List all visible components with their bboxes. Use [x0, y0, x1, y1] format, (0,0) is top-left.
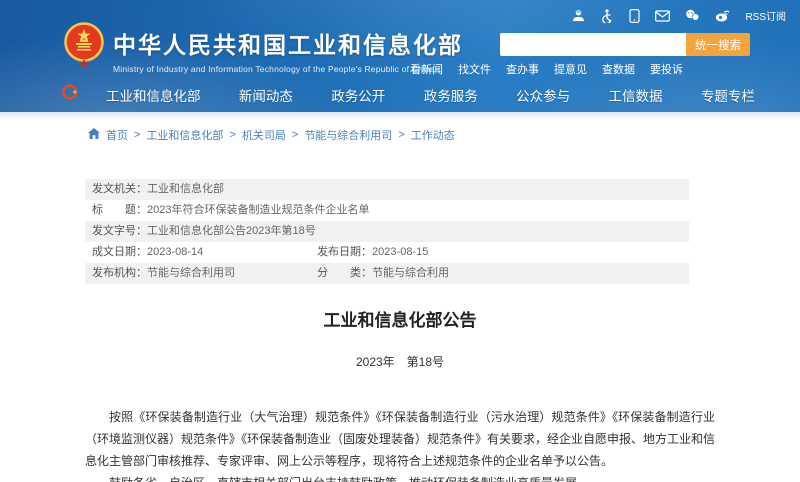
banner-fade-divider	[0, 112, 800, 120]
nav-item-gov-services[interactable]: 政务服务	[424, 85, 478, 105]
mobile-icon[interactable]	[629, 9, 640, 23]
breadcrumb-departments[interactable]: 机关司局	[242, 127, 286, 143]
meta-row-title: 标 题：2023年符合环保装备制造业规范条件企业名单	[85, 200, 689, 221]
meta-value: 2023-08-15	[372, 246, 428, 258]
quick-links: 看新闻 找文件 查办事 提意见 查数据 要投诉	[410, 61, 683, 77]
quick-link-services[interactable]: 查办事	[506, 61, 539, 77]
meta-label: 成文日期：	[92, 246, 147, 258]
nav-item-news[interactable]: 新闻动态	[239, 85, 293, 105]
nav-item-participation[interactable]: 公众参与	[516, 85, 570, 105]
meta-label: 标 题：	[92, 204, 147, 216]
meta-label: 发文机关：	[92, 183, 147, 195]
search-input[interactable]	[500, 33, 686, 56]
breadcrumb-separator: >	[134, 129, 140, 141]
nav-item-miit[interactable]: 工业和信息化部	[106, 85, 201, 105]
document-meta-table: 发文机关：工业和信息化部 标 题：2023年符合环保装备制造业规范条件企业名单 …	[85, 179, 689, 284]
meta-row-issuing-agency: 发文机关：工业和信息化部	[85, 179, 689, 200]
quick-link-files[interactable]: 找文件	[458, 61, 491, 77]
quick-link-news[interactable]: 看新闻	[410, 61, 443, 77]
meta-value: 工业和信息化部公告2023年第18号	[147, 225, 316, 237]
main-nav: 工业和信息化部 新闻动态 政务公开 政务服务 公众参与 工信数据 专题专栏	[62, 84, 755, 105]
accessibility-icon[interactable]	[600, 9, 614, 23]
site-banner: 中华人民共和国工业和信息化部 Ministry of Industry and …	[0, 0, 800, 112]
national-emblem	[64, 21, 104, 76]
user-icon[interactable]	[572, 9, 585, 22]
meta-value: 2023-08-14	[147, 246, 203, 258]
meta-row-dates: 成文日期：2023-08-14 发布日期：2023-08-15	[85, 242, 689, 263]
meta-value: 2023年符合环保装备制造业规范条件企业名单	[147, 204, 369, 216]
nav-item-gov-info[interactable]: 政务公开	[331, 85, 385, 105]
wechat-icon[interactable]	[685, 9, 700, 22]
quick-link-data[interactable]: 查数据	[602, 61, 635, 77]
nav-item-topics[interactable]: 专题专栏	[701, 85, 755, 105]
announcement-body: 按照《环保装备制造行业（大气治理）规范条件》《环保装备制造行业（污水治理）规范条…	[85, 406, 715, 482]
announcement-issue-number: 2023年 第18号	[85, 353, 715, 370]
breadcrumb-energy-dept[interactable]: 节能与综合利用司	[304, 127, 392, 143]
meta-row-publisher: 发布机构：节能与综合利用司 分 类：节能与综合利用	[85, 263, 689, 284]
rss-subscribe-link[interactable]: RSS订阅	[745, 8, 786, 23]
breadcrumb-miit[interactable]: 工业和信息化部	[146, 127, 223, 143]
announcement-title: 工业和信息化部公告	[85, 306, 715, 331]
unified-search-button[interactable]: 统一搜索	[686, 33, 750, 56]
meta-row-doc-number: 发文字号：工业和信息化部公告2023年第18号	[85, 221, 689, 242]
meta-value: 节能与综合利用司	[147, 267, 235, 279]
breadcrumb-separator: >	[292, 129, 298, 141]
weibo-icon[interactable]	[715, 9, 730, 22]
quick-link-suggest[interactable]: 提意见	[554, 61, 587, 77]
meta-label: 发布日期：	[317, 246, 372, 258]
miit-logo-icon	[62, 84, 78, 105]
breadcrumb-work-updates[interactable]: 工作动态	[411, 127, 455, 143]
breadcrumb-separator: >	[229, 129, 235, 141]
meta-label: 发文字号：	[92, 225, 147, 237]
nav-item-data[interactable]: 工信数据	[609, 85, 663, 105]
body-paragraph: 按照《环保装备制造行业（大气治理）规范条件》《环保装备制造行业（污水治理）规范条…	[85, 406, 715, 472]
site-title: 中华人民共和国工业和信息化部	[113, 26, 463, 60]
meta-value: 工业和信息化部	[147, 183, 224, 195]
document-content: 发文机关：工业和信息化部 标 题：2023年符合环保装备制造业规范条件企业名单 …	[85, 179, 715, 482]
breadcrumb: 首页 > 工业和信息化部 > 机关司局 > 节能与综合利用司 > 工作动态	[88, 127, 800, 143]
home-icon[interactable]	[88, 128, 100, 142]
breadcrumb-separator: >	[398, 129, 404, 141]
meta-label: 分 类：	[317, 267, 372, 279]
mail-icon[interactable]	[655, 10, 670, 22]
meta-value: 节能与综合利用	[372, 267, 449, 279]
search-bar: 统一搜索	[500, 33, 750, 56]
body-paragraph: 鼓励各省、自治区、直辖市相关部门出台支持鼓励政策，推动环保装备制造业高质量发展。	[85, 472, 715, 482]
meta-label: 发布机构：	[92, 267, 147, 279]
top-utility-bar: RSS订阅	[572, 8, 786, 23]
breadcrumb-home[interactable]: 首页	[106, 127, 128, 143]
quick-link-complaint[interactable]: 要投诉	[650, 61, 683, 77]
